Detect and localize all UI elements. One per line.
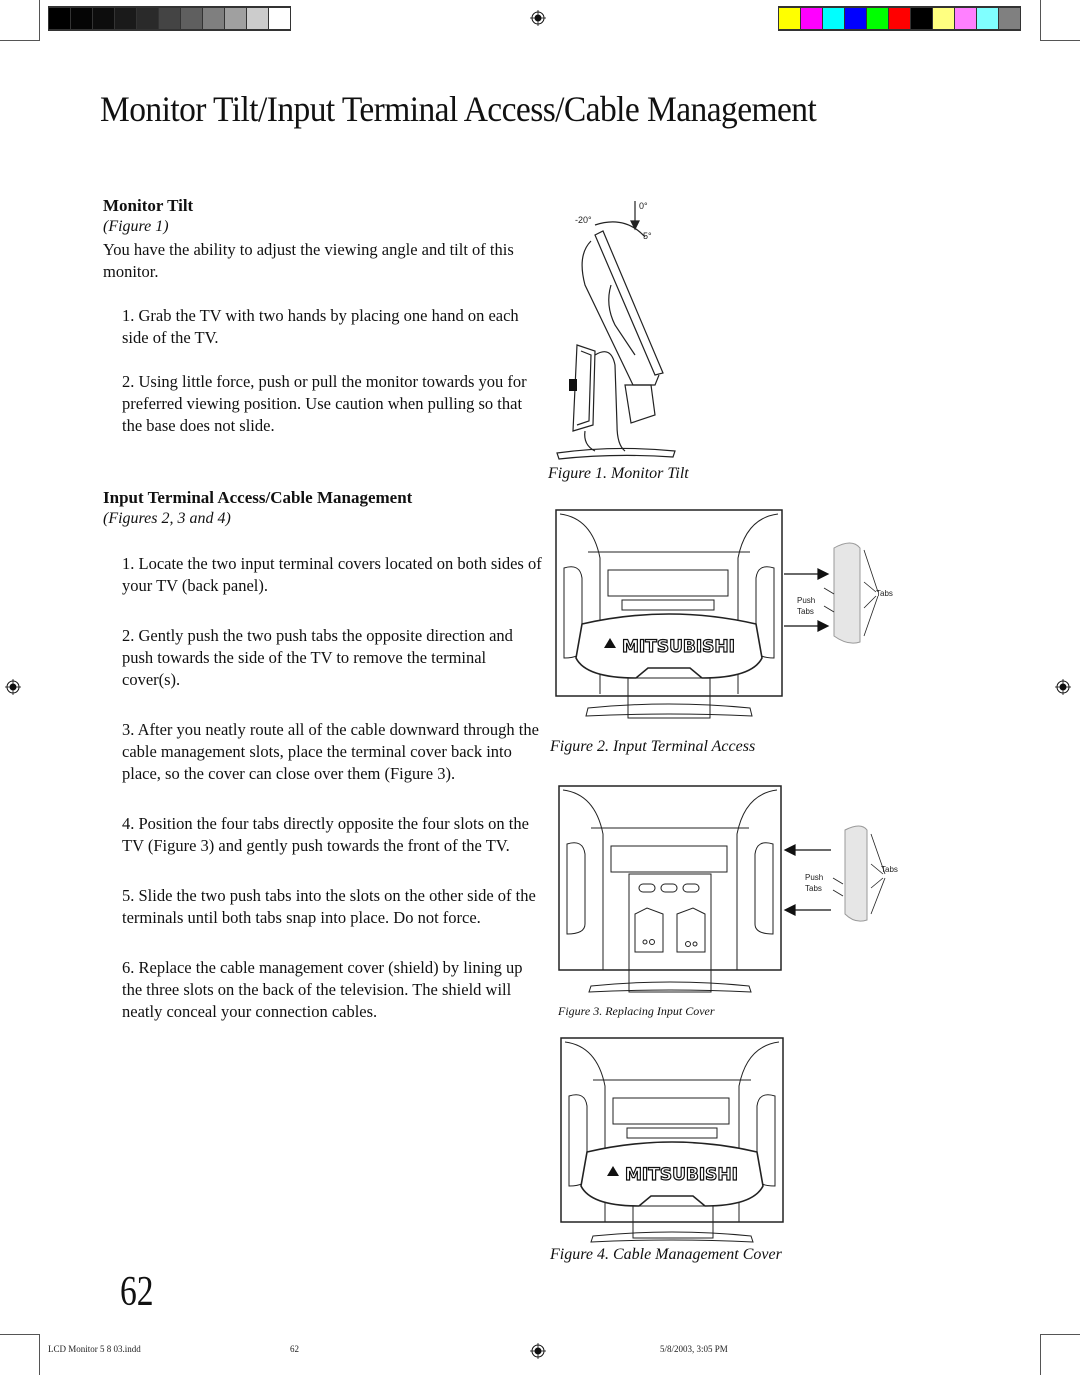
tv-back-open-illustration: Push Tabs Tabs — [558, 785, 898, 993]
color-swatch — [247, 8, 268, 29]
step-item: 1. Locate the two input terminal covers … — [122, 554, 542, 595]
stand-button — [569, 379, 577, 391]
crop-mark-top-left — [0, 0, 40, 41]
color-swatch — [845, 8, 866, 29]
figure-4-cable-management-cover: MITSUBISHI — [557, 1036, 787, 1246]
angle-label-0: 0° — [639, 201, 648, 211]
crop-mark-bottom-left — [0, 1334, 40, 1375]
color-swatch — [49, 8, 70, 29]
slug-datetime: 5/8/2003, 3:05 PM — [660, 1344, 728, 1354]
tabs-label: Tabs — [805, 884, 822, 893]
color-swatch — [159, 8, 180, 29]
terminal-cover — [844, 825, 868, 922]
color-swatch — [779, 8, 800, 29]
tabs-label: Tabs — [797, 607, 814, 616]
color-swatch — [115, 8, 136, 29]
color-swatch — [911, 8, 932, 29]
angle-label-5: 5° — [643, 231, 652, 241]
monitor-tilt-section: Monitor Tilt (Figure 1) You have the abi… — [103, 195, 543, 437]
crop-mark-top-right — [1040, 0, 1080, 41]
page-title: Monitor Tilt/Input Terminal Access/Cable… — [100, 89, 817, 129]
instructions-column: Monitor Tilt (Figure 1) You have the abi… — [103, 195, 543, 1023]
figure-3-replacing-input-cover: Push Tabs Tabs — [555, 784, 905, 994]
figure-reference: (Figures 2, 3 and 4) — [103, 510, 231, 527]
step-item: 5. Slide the two push tabs into the slot… — [122, 886, 536, 927]
registration-mark-icon — [5, 679, 21, 695]
registration-mark-icon — [1055, 679, 1071, 695]
page-number: 62 — [120, 1269, 154, 1315]
color-swatch-bar — [778, 6, 1021, 31]
color-swatch — [801, 8, 822, 29]
push-label: Push — [805, 873, 823, 882]
tv-back-shield-illustration: MITSUBISHI — [560, 1037, 784, 1243]
section-heading: Input Terminal Access/Cable Management — [103, 488, 413, 507]
intro-paragraph: You have the ability to adjust the viewi… — [103, 240, 514, 281]
step-item: 1. Grab the TV with two hands by placing… — [122, 306, 519, 347]
color-swatch — [889, 8, 910, 29]
grayscale-swatch-bar — [48, 6, 291, 31]
figure-1-monitor-tilt: 0° -20° 5° — [555, 195, 725, 460]
figure-2-input-terminal-access: MITSUBISHI Push Tabs Tabs — [552, 508, 902, 723]
figure-4-caption: Figure 4. Cable Management Cover — [550, 1246, 782, 1263]
registration-mark-icon — [530, 10, 546, 26]
color-swatch — [203, 8, 224, 29]
figure-2-caption: Figure 2. Input Terminal Access — [550, 738, 756, 755]
color-swatch — [137, 8, 158, 29]
angle-label-minus20: -20° — [575, 215, 592, 225]
figure-3-caption: Figure 3. Replacing Input Cover — [558, 1004, 715, 1018]
color-swatch — [93, 8, 114, 29]
registration-mark-icon — [530, 1343, 546, 1359]
figure-1-caption: Figure 1. Monitor Tilt — [548, 465, 689, 482]
color-swatch — [823, 8, 844, 29]
color-swatch — [867, 8, 888, 29]
step-item: 3. After you neatly route all of the cab… — [122, 720, 539, 783]
brand-logo-text: MITSUBISHI — [622, 637, 735, 657]
color-swatch — [71, 8, 92, 29]
step-item: 6. Replace the cable management cover (s… — [122, 958, 523, 1021]
color-swatch — [269, 8, 290, 29]
slug-filename: LCD Monitor 5 8 03.indd — [48, 1344, 141, 1354]
color-swatch — [181, 8, 202, 29]
monitor-side-view-illustration: 0° -20° 5° — [556, 201, 676, 460]
slug-page: 62 — [290, 1344, 299, 1354]
brand-logo-text: MITSUBISHI — [625, 1165, 738, 1185]
color-swatch — [955, 8, 976, 29]
crop-mark-bottom-right — [1040, 1334, 1080, 1375]
tv-back-illustration: MITSUBISHI Push Tabs Tabs — [555, 509, 893, 719]
input-terminal-section: Input Terminal Access/Cable Management (… — [103, 487, 543, 1023]
color-swatch — [977, 8, 998, 29]
step-item: 4. Position the four tabs directly oppos… — [122, 814, 529, 855]
push-label: Push — [797, 596, 815, 605]
figure-reference: (Figure 1) — [103, 218, 169, 235]
tabs-callout: Tabs — [876, 589, 893, 598]
color-swatch — [999, 8, 1020, 29]
color-swatch — [933, 8, 954, 29]
terminal-cover — [833, 542, 861, 644]
step-item: 2. Using little force, push or pull the … — [122, 372, 527, 435]
tabs-callout: Tabs — [881, 865, 898, 874]
step-item: 2. Gently push the two push tabs the opp… — [122, 626, 513, 689]
section-heading: Monitor Tilt — [103, 196, 194, 215]
color-swatch — [225, 8, 246, 29]
